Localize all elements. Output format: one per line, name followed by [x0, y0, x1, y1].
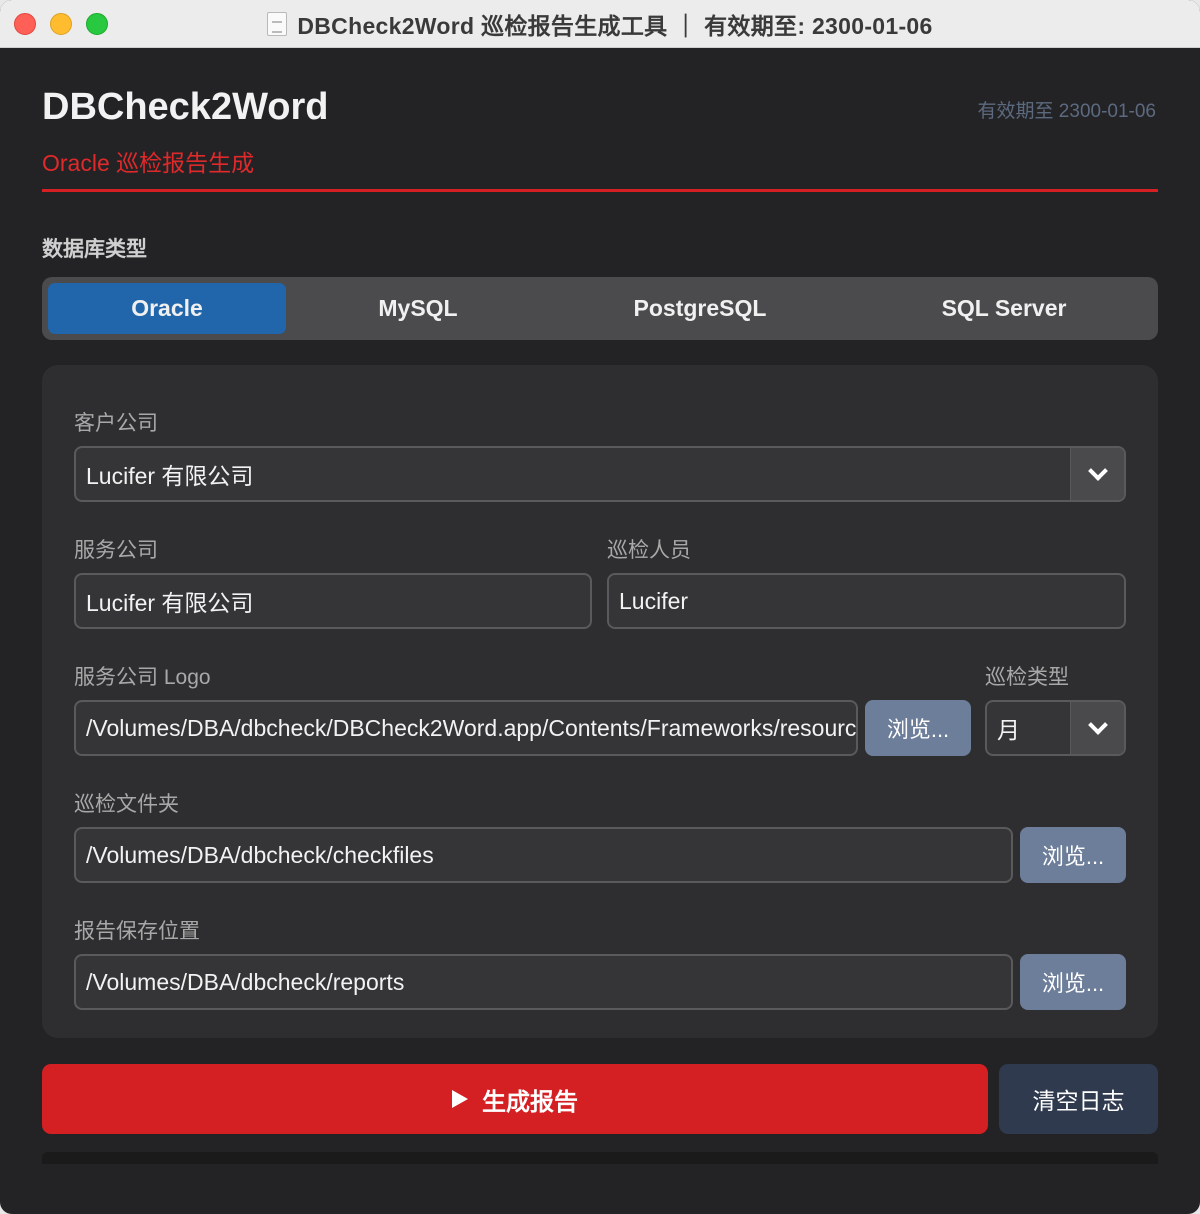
db-type-postgresql[interactable]: PostgreSQL — [550, 283, 850, 334]
db-type-mysql[interactable]: MySQL — [292, 283, 544, 334]
title-bar[interactable]: DBCheck2Word 巡检报告生成工具 ｜ 有效期至: 2300-01-06 — [0, 0, 1200, 48]
report-location-path-input[interactable]: /Volumes/DBA/dbcheck/reports — [74, 954, 1013, 1010]
service-company-label: 服务公司 — [74, 539, 158, 562]
inspection-type-select[interactable]: 月 — [985, 700, 1126, 756]
check-folder-browse-button[interactable]: 浏览... — [1020, 827, 1126, 883]
app-window: DBCheck2Word 巡检报告生成工具 ｜ 有效期至: 2300-01-06… — [0, 0, 1200, 1214]
db-type-sqlserver[interactable]: SQL Server — [856, 283, 1152, 334]
title-wrap: DBCheck2Word 巡检报告生成工具 ｜ 有效期至: 2300-01-06 — [267, 7, 932, 41]
service-logo-path-value: /Volumes/DBA/dbcheck/DBCheck2Word.app/Co… — [86, 714, 857, 741]
service-logo-path-input[interactable]: /Volumes/DBA/dbcheck/DBCheck2Word.app/Co… — [74, 700, 858, 756]
form-panel: 客户公司 Lucifer 有限公司 服务公司 Lucifer 有限公司 巡检人员… — [42, 365, 1158, 1038]
service-logo-browse-button[interactable]: 浏览... — [865, 700, 971, 756]
play-icon — [452, 1090, 468, 1108]
app-subtitle: Oracle 巡检报告生成 — [42, 150, 255, 176]
inspector-label: 巡检人员 — [607, 539, 691, 562]
chevron-down-icon — [1087, 460, 1108, 481]
close-window-button[interactable] — [14, 13, 36, 35]
generate-report-label: 生成报告 — [482, 1088, 578, 1116]
inspector-input[interactable]: Lucifer — [607, 573, 1126, 629]
log-area[interactable] — [42, 1152, 1158, 1164]
service-logo-label: 服务公司 Logo — [74, 666, 211, 689]
app-title: DBCheck2Word — [42, 86, 329, 128]
chevron-down-icon — [1087, 714, 1108, 735]
db-type-selector: Oracle MySQL PostgreSQL SQL Server — [42, 277, 1158, 340]
generate-report-button[interactable]: 生成报告 — [42, 1064, 988, 1134]
inspection-type-value: 月 — [997, 717, 1020, 743]
inspector-value: Lucifer — [619, 587, 689, 614]
client-company-select[interactable]: Lucifer 有限公司 — [74, 446, 1126, 502]
expiry-date: 有效期至 2300-01-06 — [977, 101, 1156, 122]
service-company-value: Lucifer 有限公司 — [86, 590, 254, 616]
minimize-window-button[interactable] — [50, 13, 72, 35]
inspection-type-dropdown-button[interactable] — [1070, 702, 1124, 754]
service-company-input[interactable]: Lucifer 有限公司 — [74, 573, 592, 629]
report-location-path-value: /Volumes/DBA/dbcheck/reports — [86, 968, 405, 995]
window-controls — [14, 13, 108, 35]
clear-log-button[interactable]: 清空日志 — [999, 1064, 1158, 1134]
window-title: DBCheck2Word 巡检报告生成工具 ｜ 有效期至: 2300-01-06 — [297, 12, 933, 39]
db-type-oracle[interactable]: Oracle — [48, 283, 286, 334]
document-icon — [267, 11, 288, 36]
db-type-label: 数据库类型 — [42, 238, 147, 261]
check-folder-label: 巡检文件夹 — [74, 793, 179, 816]
report-location-browse-button[interactable]: 浏览... — [1020, 954, 1126, 1010]
client-company-label: 客户公司 — [74, 412, 158, 435]
check-folder-path-input[interactable]: /Volumes/DBA/dbcheck/checkfiles — [74, 827, 1013, 883]
header-divider — [42, 189, 1158, 192]
client-company-value: Lucifer 有限公司 — [86, 463, 254, 489]
check-folder-path-value: /Volumes/DBA/dbcheck/checkfiles — [86, 841, 434, 868]
client-company-dropdown-button[interactable] — [1070, 448, 1124, 500]
zoom-window-button[interactable] — [86, 13, 108, 35]
inspection-type-label: 巡检类型 — [985, 666, 1069, 689]
report-location-label: 报告保存位置 — [74, 920, 200, 943]
